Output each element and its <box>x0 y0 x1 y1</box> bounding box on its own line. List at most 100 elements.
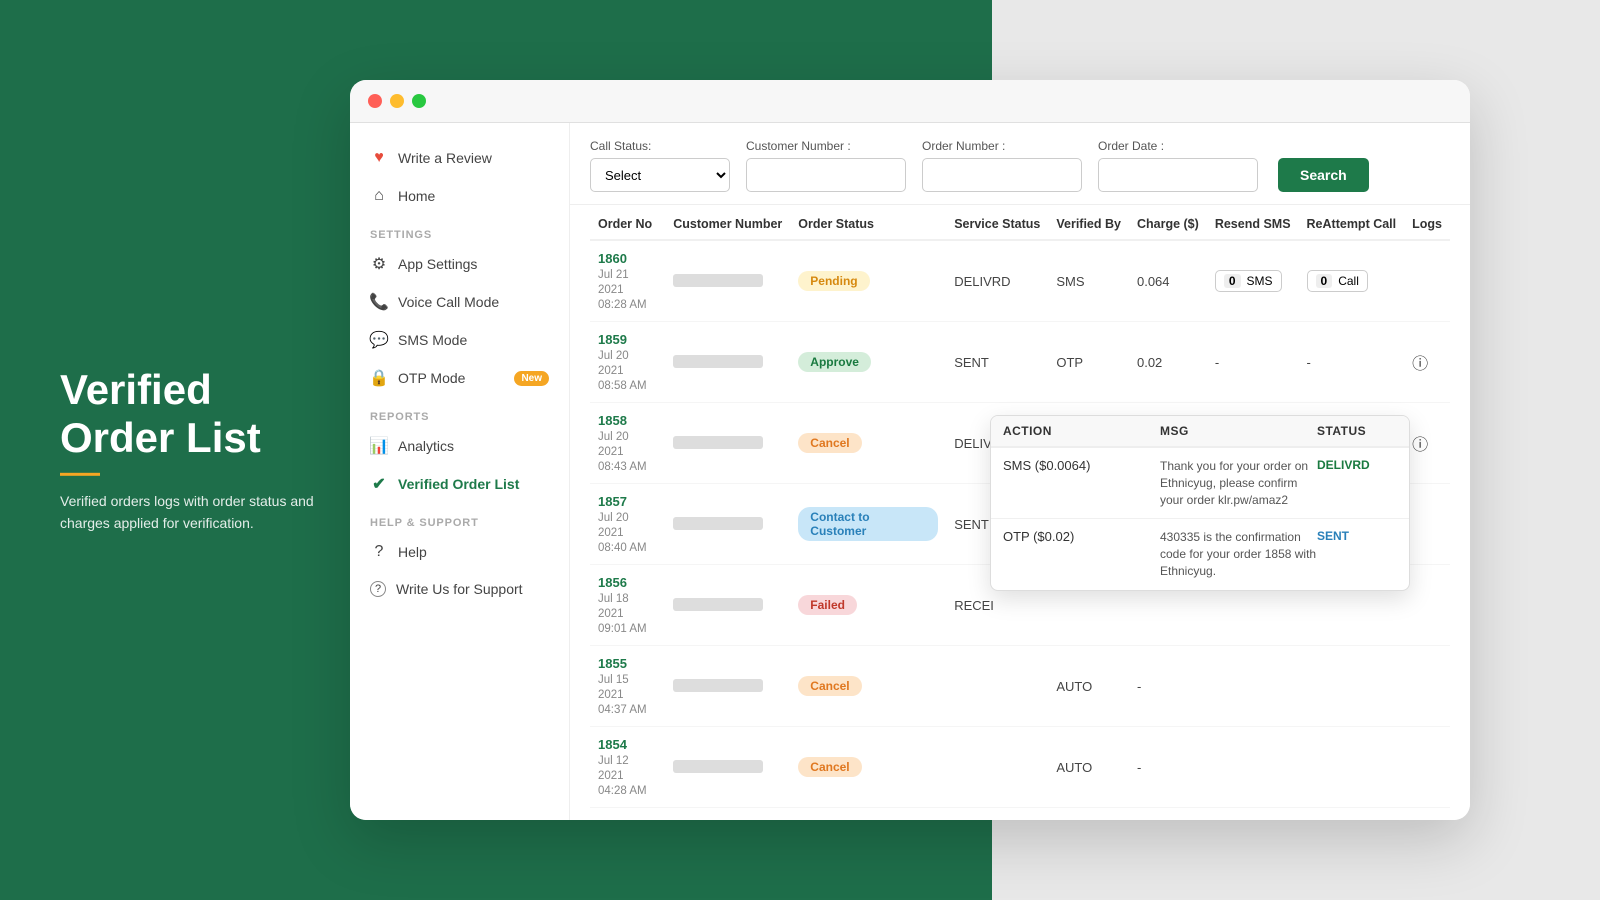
cell-reattempt: 0 Call <box>1299 240 1405 322</box>
customer-number-blurred <box>673 517 763 530</box>
cell-order-status: Failed <box>790 565 946 646</box>
cell-charge: - <box>1129 646 1207 727</box>
reattempt-call-button[interactable]: 0 Call <box>1307 270 1368 292</box>
cell-customer-number <box>665 240 790 322</box>
popup-row-sms: SMS ($0.0064) Thank you for your order o… <box>991 448 1409 519</box>
sidebar-item-sms-mode[interactable]: 💬 SMS Mode <box>350 321 569 359</box>
order-link[interactable]: 1855 <box>598 656 657 671</box>
cell-order-no: 1860 Jul 21 2021 08:28 AM <box>590 240 665 322</box>
question-icon: ? <box>370 543 388 561</box>
order-number-input[interactable] <box>922 158 1082 192</box>
resend-sms-dash: - <box>1215 355 1219 370</box>
sidebar-item-voice-call-mode[interactable]: 📞 Voice Call Mode <box>350 283 569 321</box>
cell-order-no: 1856 Jul 18 2021 09:01 AM <box>590 565 665 646</box>
customer-number-blurred <box>673 760 763 773</box>
popup-row-otp: OTP ($0.02) 430335 is the confirmation c… <box>991 519 1409 589</box>
customer-number-blurred <box>673 274 763 287</box>
sidebar-item-help[interactable]: ? Help <box>350 533 569 571</box>
col-order-status: Order Status <box>790 205 946 240</box>
customer-number-filter: Customer Number : <box>746 139 906 192</box>
call-status-select[interactable]: Select <box>590 158 730 192</box>
sidebar-item-sms-label: SMS Mode <box>398 332 467 348</box>
window-body: ♥ Write a Review ⌂ Home SETTINGS ⚙ App S… <box>350 123 1470 820</box>
sms-icon: 💬 <box>370 331 388 349</box>
resend-sms-button[interactable]: 0 SMS <box>1215 270 1282 292</box>
dot-maximize[interactable] <box>412 94 426 108</box>
col-resend-sms: Resend SMS <box>1207 205 1299 240</box>
status-badge: Contact to Customer <box>798 507 938 541</box>
cell-customer-number <box>665 727 790 808</box>
order-time: 08:58 AM <box>598 380 647 392</box>
cell-reattempt <box>1299 727 1405 808</box>
popup-col-msg: MSG <box>1160 424 1317 438</box>
info-icon[interactable]: ⓘ <box>1412 356 1428 373</box>
cell-resend-sms: 0 SMS <box>1207 240 1299 322</box>
cell-service-status: DELIVRD <box>946 240 1048 322</box>
order-number-filter: Order Number : <box>922 139 1082 192</box>
sidebar-item-write-review[interactable]: ♥ Write a Review <box>350 139 569 177</box>
dot-close[interactable] <box>368 94 382 108</box>
sidebar-item-verified-label: Verified Order List <box>398 476 519 492</box>
cell-verified-by: AUTO <box>1048 646 1129 727</box>
order-link[interactable]: 1860 <box>598 251 657 266</box>
info-icon[interactable]: ⓘ <box>1412 437 1428 454</box>
order-date-input[interactable] <box>1098 158 1258 192</box>
cell-charge: - <box>1129 727 1207 808</box>
col-customer-number: Customer Number <box>665 205 790 240</box>
sidebar-item-write-support[interactable]: ? Write Us for Support <box>350 571 569 607</box>
order-date: Jul 12 2021 <box>598 755 629 782</box>
cell-order-no: 1859 Jul 20 2021 08:58 AM <box>590 322 665 403</box>
sidebar-item-home[interactable]: ⌂ Home <box>350 177 569 215</box>
cell-resend-sms: - <box>1207 322 1299 403</box>
order-time: 04:28 AM <box>598 785 647 797</box>
action-popup: ACTION MSG STATUS SMS ($0.0064) Thank yo… <box>990 415 1410 591</box>
cell-order-status: Approve <box>790 322 946 403</box>
popup-header: ACTION MSG STATUS <box>991 416 1409 448</box>
sidebar-item-otp-mode[interactable]: 🔒 OTP Mode New <box>350 359 569 397</box>
sidebar-item-voice-call-label: Voice Call Mode <box>398 294 499 310</box>
order-date: Jul 21 2021 <box>598 269 629 296</box>
sidebar-item-analytics[interactable]: 📊 Analytics <box>350 427 569 465</box>
help-section-title: HELP & SUPPORT <box>350 503 569 533</box>
col-order-no: Order No <box>590 205 665 240</box>
order-link[interactable]: 1859 <box>598 332 657 347</box>
order-time: 09:01 AM <box>598 623 647 635</box>
hero-description: Verified orders logs with order status a… <box>60 489 320 534</box>
check-icon: ✔ <box>370 475 388 493</box>
order-time: 08:28 AM <box>598 299 647 311</box>
col-service-status: Service Status <box>946 205 1048 240</box>
customer-number-blurred <box>673 598 763 611</box>
settings-section-title: SETTINGS <box>350 215 569 245</box>
order-date: Jul 20 2021 <box>598 350 629 377</box>
gear-icon: ⚙ <box>370 255 388 273</box>
cell-resend-sms <box>1207 646 1299 727</box>
order-link[interactable]: 1857 <box>598 494 657 509</box>
sidebar-item-app-settings[interactable]: ⚙ App Settings <box>350 245 569 283</box>
cell-order-status: Cancel <box>790 727 946 808</box>
customer-number-input[interactable] <box>746 158 906 192</box>
app-window: ♥ Write a Review ⌂ Home SETTINGS ⚙ App S… <box>350 80 1470 820</box>
phone-icon: 📞 <box>370 293 388 311</box>
circle-question-icon: ? <box>370 581 386 597</box>
customer-number-blurred <box>673 355 763 368</box>
order-link[interactable]: 1854 <box>598 737 657 752</box>
col-reattempt-call: ReAttempt Call <box>1299 205 1405 240</box>
cell-service-status: SENT <box>946 322 1048 403</box>
cell-order-no: 1855 Jul 15 2021 04:37 AM <box>590 646 665 727</box>
dot-minimize[interactable] <box>390 94 404 108</box>
cell-charge: 0.02 <box>1129 322 1207 403</box>
cell-order-status: Cancel <box>790 403 946 484</box>
table-header-row: Order No Customer Number Order Status Se… <box>590 205 1450 240</box>
order-link[interactable]: 1856 <box>598 575 657 590</box>
order-date-label: Order Date : <box>1098 139 1258 153</box>
search-button[interactable]: Search <box>1278 158 1369 192</box>
cell-reattempt <box>1299 646 1405 727</box>
popup-otp-msg: 430335 is the confirmation code for your… <box>1160 529 1317 579</box>
cell-logs: ⓘ <box>1404 322 1450 403</box>
hero-underline <box>60 472 100 475</box>
cell-order-status: Cancel <box>790 646 946 727</box>
sidebar-item-verified-order-list[interactable]: ✔ Verified Order List <box>350 465 569 503</box>
titlebar <box>350 80 1470 123</box>
customer-number-label: Customer Number : <box>746 139 906 153</box>
order-link[interactable]: 1858 <box>598 413 657 428</box>
